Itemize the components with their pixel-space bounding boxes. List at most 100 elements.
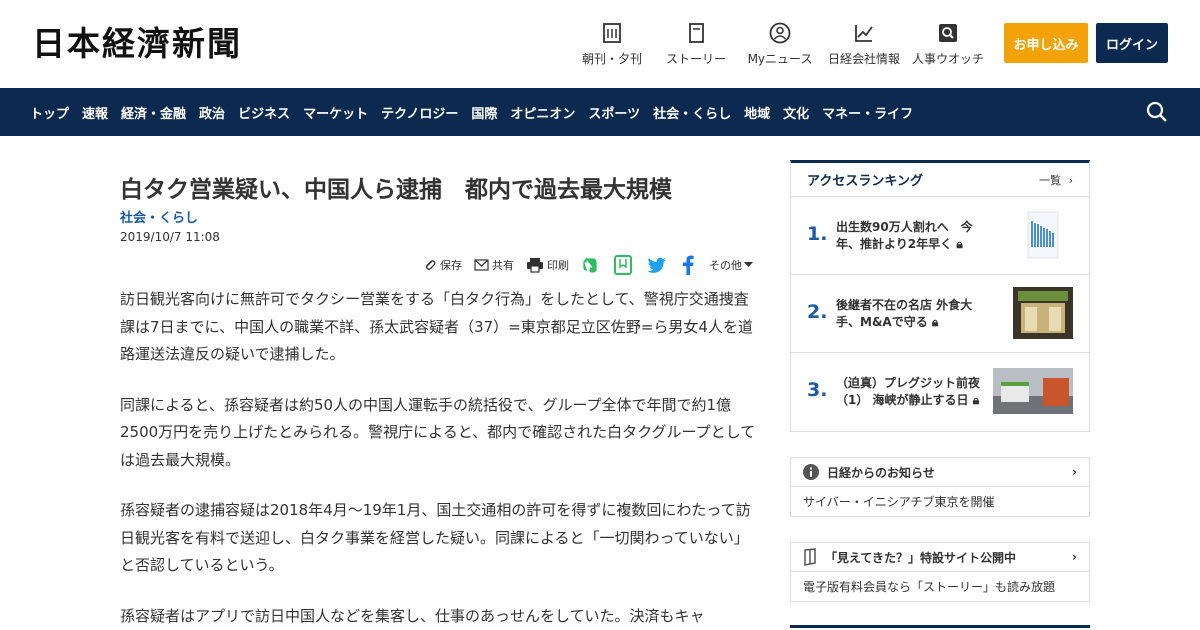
nav-item-sports[interactable]: スポーツ (588, 103, 640, 122)
nav-item-opinion[interactable]: オピニオン (510, 103, 575, 122)
printer-icon (527, 258, 543, 273)
chevron-right-icon: › (1072, 465, 1077, 479)
search-icon[interactable] (1145, 100, 1169, 124)
shield-icon (804, 548, 816, 566)
ranking-headline-text: 出生数90万人割れへ 今年、推計より2年早く (836, 220, 973, 251)
newspaper-icon (603, 23, 621, 43)
ranking-item[interactable]: 3. （迫真）プレグジット前夜（1） 海峡が静止する日 🔒︎ (791, 353, 1089, 431)
tool-label: Myニュース (747, 52, 813, 66)
save-button[interactable]: 保存 (423, 257, 462, 273)
book-icon (689, 23, 704, 43)
bookmark-icon (614, 255, 632, 275)
nav-item-money-life[interactable]: マネー・ライフ (822, 103, 913, 122)
share-toolbar: 保存 共有 印刷 その他 (423, 254, 768, 276)
article-paragraph: 孫容疑者の逮捕容疑は2018年4月～19年1月、国土交通相の許可を得ずに複数回に… (120, 501, 751, 574)
nav-item-market[interactable]: マーケット (303, 103, 368, 122)
print-button[interactable]: 印刷 (526, 257, 569, 273)
nav-item-business[interactable]: ビジネス (238, 103, 290, 122)
apply-button[interactable]: お申し込み (1004, 23, 1088, 63)
nav-item-economy[interactable]: 経済・金融 (121, 103, 186, 122)
paperclip-icon (426, 260, 436, 270)
notice-header: 「見えてきた？」特設サイト公開中 › (791, 543, 1089, 572)
tool-label: 日経会社情報 (827, 52, 900, 66)
notice-body: 電子版有料会員なら「ストーリー」も読み放題 (803, 580, 1056, 594)
tool-company-info[interactable]: 日経会社情報 (819, 22, 909, 67)
info-icon (803, 464, 819, 480)
other-share-dropdown[interactable]: その他 (709, 257, 756, 273)
search-person-icon (939, 24, 957, 42)
twitter-button[interactable] (647, 257, 670, 274)
evernote-button[interactable] (581, 256, 602, 274)
access-ranking: アクセスランキング 一覧 › 1. 出生数90万人割れへ 今年、推計より2年早く… (790, 160, 1090, 432)
ranking-thumbnail (1013, 209, 1073, 261)
ranking-headline: 出生数90万人割れへ 今年、推計より2年早く 🔒︎ (836, 219, 981, 253)
site-logo[interactable]: 日本経濟新聞 (32, 24, 242, 64)
ranking-thumbnail (993, 368, 1073, 414)
mail-icon (474, 259, 489, 271)
chevron-right-icon: › (1068, 173, 1073, 187)
print-label: 印刷 (547, 259, 569, 272)
login-button[interactable]: ログイン (1096, 23, 1168, 63)
ranking-headline-text: 後継者不在の名店 外食大手、M&Aで守る (836, 298, 973, 329)
evernote-icon (582, 257, 597, 273)
notice-body: サイバー・イニシアチブ東京を開催 (803, 495, 995, 509)
article-paragraph: 孫容疑者はアプリで訪日中国人などを集客し、仕事のあっせんをしていた。決済もキャ (120, 606, 705, 625)
sidebar-divider (790, 625, 1090, 628)
nav-item-society[interactable]: 社会・くらし (653, 103, 731, 122)
facebook-icon (683, 255, 694, 275)
chart-icon (855, 25, 873, 42)
ranking-title: アクセスランキング (807, 174, 923, 189)
article-title: 白タク営業疑い、中国人ら逮捕 都内で過去最大規模 (120, 177, 672, 203)
nav-list: トップ 速報 経済・金融 政治 ビジネス マーケット テクノロジー 国際 オピニ… (30, 88, 926, 136)
special-site-notice[interactable]: 「見えてきた？」特設サイト公開中 › 電子版有料会員なら「ストーリー」も読み放題 (790, 542, 1090, 602)
nav-item-breaking[interactable]: 速報 (82, 103, 108, 122)
ranking-number: 2. (807, 301, 828, 323)
ranking-more-link[interactable]: 一覧 › (1039, 172, 1073, 188)
nav-item-regional[interactable]: 地域 (744, 103, 770, 122)
ranking-headline-text: （迫真）プレグジット前夜（1） 海峡が静止する日 (836, 376, 981, 407)
tool-label: ストーリー (665, 52, 726, 66)
site-header: 日本経濟新聞 朝刊・夕刊 ストーリー Myニュース 日経会社情報 人事ウオッチ … (0, 0, 1200, 88)
nav-item-politics[interactable]: 政治 (199, 103, 225, 122)
tool-label: 人事ウオッチ (911, 52, 984, 66)
lock-icon: 🔒︎ (931, 315, 939, 329)
nikkei-notice[interactable]: 日経からのお知らせ › サイバー・イニシアチブ東京を開催 (790, 457, 1090, 517)
article-date: 2019/10/7 11:08 (120, 230, 220, 244)
ranking-number: 1. (807, 223, 828, 245)
main-nav: トップ 速報 経済・金融 政治 ビジネス マーケット テクノロジー 国際 オピニ… (0, 88, 1200, 136)
tool-story[interactable]: ストーリー (651, 22, 741, 67)
ranking-header: アクセスランキング 一覧 › (791, 163, 1089, 197)
user-icon (769, 22, 791, 44)
lock-icon: 🔒︎ (972, 393, 980, 407)
share-button[interactable]: 共有 (474, 257, 514, 273)
lock-icon: 🔒︎ (956, 237, 963, 251)
nav-item-technology[interactable]: テクノロジー (381, 103, 458, 122)
share-label: 共有 (492, 259, 514, 272)
article-paragraph: 訪日観光客向けに無許可でタクシー営業をする「白タク行為」をしたとして、警視庁交通… (120, 290, 753, 363)
ranking-headline: （迫真）プレグジット前夜（1） 海峡が静止する日 🔒︎ (836, 375, 981, 409)
tool-my-news[interactable]: Myニュース (735, 22, 825, 67)
article-paragraph: 同課によると、孫容疑者は約50人の中国人運転手の統括役で、グループ全体で年間で約… (120, 395, 756, 469)
ranking-more-label: 一覧 (1039, 173, 1062, 187)
twitter-icon (647, 257, 666, 273)
ranking-thumbnail (1013, 287, 1073, 339)
tool-morning-evening[interactable]: 朝刊・夕刊 (567, 22, 657, 67)
caret-down-icon (744, 262, 753, 267)
tool-label: 朝刊・夕刊 (581, 52, 642, 66)
article-category[interactable]: 社会・くらし (120, 207, 198, 226)
chevron-right-icon: › (1072, 550, 1077, 564)
notice-title: 「見えてきた？」特設サイト公開中 (825, 550, 1017, 565)
nav-item-top[interactable]: トップ (30, 103, 69, 122)
ranking-item[interactable]: 2. 後継者不在の名店 外食大手、M&Aで守る 🔒︎ (791, 275, 1089, 353)
ranking-item[interactable]: 1. 出生数90万人割れへ 今年、推計より2年早く 🔒︎ (791, 197, 1089, 275)
facebook-button[interactable] (682, 255, 697, 275)
ranking-number: 3. (807, 379, 828, 401)
other-label: その他 (709, 259, 742, 272)
bookmark-button[interactable] (614, 255, 635, 275)
notice-title: 日経からのお知らせ (827, 465, 935, 480)
nav-item-international[interactable]: 国際 (471, 103, 497, 122)
article-body: 訪日観光客向けに無許可でタクシー営業をする「白タク行為」をしたとして、警視庁交通… (120, 286, 760, 630)
tool-personnel-watch[interactable]: 人事ウオッチ (903, 22, 993, 67)
nav-item-culture[interactable]: 文化 (783, 103, 809, 122)
ranking-headline: 後継者不在の名店 外食大手、M&Aで守る 🔒︎ (836, 297, 981, 331)
